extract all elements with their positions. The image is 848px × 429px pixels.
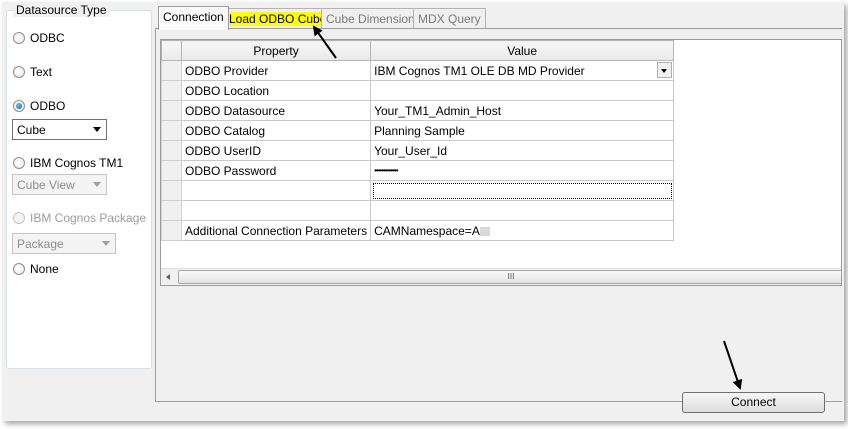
table-row[interactable]: Additional Connection Parameters CAMName… <box>161 220 675 241</box>
chevron-down-icon <box>93 127 101 132</box>
chevron-down-icon[interactable] <box>657 62 673 78</box>
property-cell: ODBO Location <box>180 80 372 101</box>
value-cell-selected[interactable] <box>370 180 675 201</box>
radio-odbc-label: ODBC <box>30 31 65 45</box>
column-header-value[interactable]: Value <box>370 40 675 61</box>
property-cell: ODBO Catalog <box>180 120 372 141</box>
value-cell[interactable] <box>370 200 675 221</box>
radio-text-button[interactable] <box>13 66 25 78</box>
row-header[interactable] <box>161 200 182 221</box>
radio-odbo[interactable]: ODBO <box>13 99 65 113</box>
property-cell: ODBO Provider <box>180 60 372 81</box>
redacted-mark <box>479 226 490 236</box>
scroll-left-icon[interactable] <box>166 274 170 280</box>
connection-property-grid[interactable]: Property Value ODBO Provider IBM Cognos … <box>160 39 842 286</box>
tab-load-odbo-cube-label: Load ODBO Cube <box>228 12 328 26</box>
table-row[interactable] <box>161 180 675 201</box>
row-header[interactable] <box>161 220 182 241</box>
column-header-property[interactable]: Property <box>180 40 372 61</box>
value-cell-password[interactable]: ••••••••••••• <box>370 160 675 181</box>
row-header[interactable] <box>161 140 182 161</box>
value-cell[interactable]: Your_TM1_Admin_Host <box>370 100 675 121</box>
property-cell: ODBO Datasource <box>180 100 372 121</box>
radio-odbc[interactable]: ODBC <box>13 31 65 45</box>
tab-cube-dimensions[interactable]: Cube Dimensions <box>321 8 426 28</box>
tm1-type-dropdown: Cube View <box>12 174 107 195</box>
scrollbar-thumb[interactable]: III <box>178 270 841 284</box>
row-header[interactable] <box>161 180 182 201</box>
radio-text-label: Text <box>30 65 53 79</box>
table-row[interactable]: ODBO Location <box>161 80 675 101</box>
tab-cube-dimensions-label: Cube Dimensions <box>326 12 421 26</box>
table-row[interactable]: ODBO Provider IBM Cognos TM1 OLE DB MD P… <box>161 60 675 81</box>
property-cell: ODBO UserID <box>180 140 372 161</box>
row-header-corner <box>161 40 182 61</box>
radio-text[interactable]: Text <box>13 65 52 79</box>
radio-package: IBM Cognos Package <box>13 211 146 225</box>
chevron-down-icon <box>93 182 101 187</box>
package-value: Package <box>17 236 64 251</box>
datasource-type-group: Datasource Type ODBC Text ODBO Cube IBM … <box>6 3 152 369</box>
table-row[interactable]: ODBO UserID Your_User_Id <box>161 140 675 161</box>
row-header[interactable] <box>161 60 182 81</box>
table-row[interactable]: ODBO Password ••••••••••••• <box>161 160 675 181</box>
tab-load-odbo-cube[interactable]: Load ODBO Cube <box>223 8 333 28</box>
odbo-type-value: Cube <box>17 122 46 137</box>
row-header[interactable] <box>161 120 182 141</box>
property-cell: Additional Connection Parameters <box>180 220 372 241</box>
table-row[interactable]: ODBO Catalog Planning Sample <box>161 120 675 141</box>
table-row[interactable]: ODBO Datasource Your_TM1_Admin_Host <box>161 100 675 121</box>
value-cell-provider[interactable]: IBM Cognos TM1 OLE DB MD Provider <box>370 60 675 81</box>
value-cell[interactable] <box>370 80 675 101</box>
row-header[interactable] <box>161 100 182 121</box>
connect-button[interactable]: Connect <box>682 392 825 413</box>
datasource-type-title: Datasource Type <box>13 3 110 17</box>
row-header[interactable] <box>161 80 182 101</box>
value-cell[interactable]: Planning Sample <box>370 120 675 141</box>
odbo-type-dropdown[interactable]: Cube <box>12 119 107 140</box>
row-header[interactable] <box>161 160 182 181</box>
radio-odbc-button[interactable] <box>13 32 25 44</box>
radio-odbo-button[interactable] <box>13 100 25 112</box>
chevron-down-icon <box>102 241 110 246</box>
radio-package-label: IBM Cognos Package <box>30 211 147 225</box>
radio-none[interactable]: None <box>13 262 59 276</box>
radio-odbo-label: ODBO <box>30 99 66 113</box>
tab-mdx-query-label: MDX Query <box>418 12 481 26</box>
property-cell: ODBO Password <box>180 160 372 181</box>
table-row[interactable] <box>161 200 675 221</box>
tab-connection[interactable]: Connection <box>158 6 229 30</box>
value-text: IBM Cognos TM1 OLE DB MD Provider <box>374 63 585 78</box>
package-dropdown: Package <box>12 233 116 254</box>
radio-tm1-button[interactable] <box>13 157 25 169</box>
property-cell <box>180 180 372 201</box>
value-cell[interactable]: Your_User_Id <box>370 140 675 161</box>
value-text: CAMNamespace=A <box>374 223 480 238</box>
tm1-type-value: Cube View <box>17 177 75 192</box>
radio-none-label: None <box>30 262 59 276</box>
radio-tm1-label: IBM Cognos TM1 <box>30 156 124 170</box>
property-cell <box>180 200 372 221</box>
radio-none-button[interactable] <box>13 263 25 275</box>
radio-tm1[interactable]: IBM Cognos TM1 <box>13 156 123 170</box>
tab-mdx-query[interactable]: MDX Query <box>413 8 486 28</box>
table-header-row: Property Value <box>161 40 675 61</box>
horizontal-scrollbar[interactable]: III <box>161 268 841 285</box>
property-table: Property Value ODBO Provider IBM Cognos … <box>161 40 675 241</box>
value-cell-additional-params[interactable]: CAMNamespace=A <box>370 220 675 241</box>
radio-package-button <box>13 212 25 224</box>
tab-connection-label: Connection <box>163 10 224 24</box>
